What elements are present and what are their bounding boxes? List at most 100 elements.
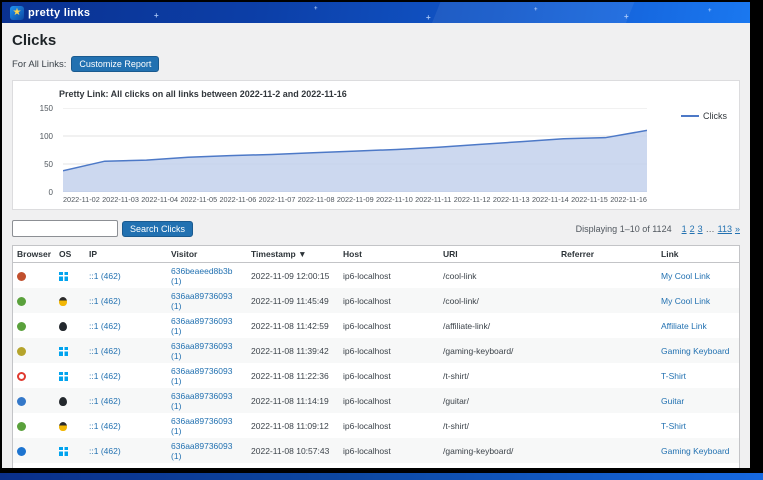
windows-os-icon (59, 447, 68, 456)
host-cell: ip6-localhost (339, 263, 439, 289)
table-row: ::1 (462)636aa89736093 (1)2022-11-08 11:… (13, 363, 740, 388)
column-header-uri[interactable]: URI (439, 246, 557, 263)
column-header-browser[interactable]: Browser (13, 246, 56, 263)
referrer-cell (557, 463, 657, 468)
chart-y-axis: 050100150 (27, 108, 57, 192)
ip-link[interactable]: ::1 (462) (89, 346, 121, 356)
chart-x-axis: 2022-11-022022-11-032022-11-042022-11-05… (63, 195, 647, 204)
main-content: Clicks For All Links: Customize Report P… (2, 32, 750, 468)
pretty-link[interactable]: Gaming Keyboard (661, 346, 730, 356)
legend-label: Clicks (703, 111, 727, 121)
mac-os-icon (59, 397, 67, 406)
pagination-page-113[interactable]: 113 (718, 224, 732, 234)
safari-browser-icon (17, 397, 26, 406)
chart-legend: Clicks (681, 111, 727, 121)
bottom-edge-strip (0, 473, 763, 480)
table-row: ::1 (462)636aa89736093 (1)2022-11-08 10:… (13, 463, 740, 468)
referrer-cell (557, 388, 657, 413)
column-header-os[interactable]: OS (55, 246, 85, 263)
host-cell: ip6-localhost (339, 288, 439, 313)
chrome-browser-icon (17, 422, 26, 431)
windows-os-icon (59, 372, 68, 381)
clicks-chart-card: Pretty Link: All clicks on all links bet… (12, 80, 740, 210)
column-header-ip[interactable]: IP (85, 246, 167, 263)
logo-text: pretty links (28, 7, 90, 19)
ip-link[interactable]: ::1 (462) (89, 396, 121, 406)
pagination-page-2[interactable]: 2 (690, 224, 695, 234)
x-tick-label: 2022-11-15 (571, 195, 608, 204)
x-tick-label: 2022-11-09 (337, 195, 374, 204)
opera-browser-icon (17, 372, 26, 381)
chrome-browser-icon (17, 347, 26, 356)
referrer-cell (557, 338, 657, 363)
customize-report-button[interactable]: Customize Report (71, 56, 159, 72)
ip-link[interactable]: ::1 (462) (89, 321, 121, 331)
pretty-link[interactable]: Guitar (661, 396, 684, 406)
column-header-visitor[interactable]: Visitor (167, 246, 247, 263)
pretty-link[interactable]: My Cool Link (661, 296, 710, 306)
ip-link[interactable]: ::1 (462) (89, 271, 121, 281)
timestamp-cell: 2022-11-08 11:42:59 (247, 313, 339, 338)
app-window: ★ pretty links + + + + + + Clicks For Al… (2, 2, 750, 468)
visitor-link[interactable]: 636aa89736093 (1) (171, 366, 232, 386)
search-group: Search Clicks (12, 220, 193, 237)
host-cell: ip6-localhost (339, 463, 439, 468)
visitor-link[interactable]: 636aa89736093 (1) (171, 441, 232, 461)
ip-link[interactable]: ::1 (462) (89, 371, 121, 381)
chart-title: Pretty Link: All clicks on all links bet… (59, 89, 729, 99)
table-row: ::1 (462)636beaeed8b3b (1)2022-11-09 12:… (13, 263, 740, 289)
uri-cell: /cool-link/ (439, 463, 557, 468)
visitor-link[interactable]: 636aa89736093 (1) (171, 316, 232, 336)
chrome-browser-icon (17, 297, 26, 306)
host-cell: ip6-localhost (339, 413, 439, 438)
x-tick-label: 2022-11-08 (298, 195, 335, 204)
x-tick-label: 2022-11-11 (415, 195, 451, 204)
y-tick-label: 100 (40, 132, 53, 141)
page-title: Clicks (12, 32, 740, 49)
ip-link[interactable]: ::1 (462) (89, 421, 121, 431)
column-header-link[interactable]: Link (657, 246, 739, 263)
filter-label: For All Links: (12, 59, 66, 70)
windows-os-icon (59, 347, 68, 356)
table-row: ::1 (462)636aa89736093 (1)2022-11-08 10:… (13, 438, 740, 463)
x-tick-label: 2022-11-04 (141, 195, 178, 204)
visitor-link[interactable]: 636aa89736093 (1) (171, 341, 232, 361)
referrer-cell (557, 438, 657, 463)
column-header-referrer[interactable]: Referrer (557, 246, 657, 263)
sparkle-icon: + (154, 11, 159, 20)
ip-link[interactable]: ::1 (462) (89, 296, 121, 306)
referrer-cell (557, 288, 657, 313)
search-clicks-button[interactable]: Search Clicks (122, 221, 193, 237)
pretty-link[interactable]: Gaming Keyboard (661, 446, 730, 456)
linux-os-icon (59, 297, 67, 306)
visitor-link[interactable]: 636aa89736093 (1) (171, 416, 232, 436)
star-logo-icon: ★ (10, 6, 24, 20)
host-cell: ip6-localhost (339, 363, 439, 388)
visitor-link[interactable]: 636aa89736093 (1) (171, 391, 232, 411)
x-tick-label: 2022-11-02 (63, 195, 100, 204)
table-toolbar: Search Clicks Displaying 1–10 of 1124 12… (12, 220, 740, 237)
pretty-link[interactable]: Affiliate Link (661, 321, 707, 331)
visitor-link[interactable]: 636aa89736093 (1) (171, 291, 232, 311)
column-header-host[interactable]: Host (339, 246, 439, 263)
ip-link[interactable]: ::1 (462) (89, 446, 121, 456)
pagination-page-1[interactable]: 1 (682, 224, 687, 234)
timestamp-cell: 2022-11-08 11:09:12 (247, 413, 339, 438)
uri-cell: /t-shirt/ (439, 413, 557, 438)
x-tick-label: 2022-11-10 (376, 195, 413, 204)
column-header-timestamp[interactable]: Timestamp ▼ (247, 246, 339, 263)
chrome-browser-icon (17, 322, 26, 331)
x-tick-label: 2022-11-06 (220, 195, 257, 204)
visitor-link[interactable]: 636aa89736093 (1) (171, 466, 232, 469)
timestamp-cell: 2022-11-08 11:14:19 (247, 388, 339, 413)
referrer-cell (557, 413, 657, 438)
pagination-page-»[interactable]: » (735, 224, 740, 234)
pretty-link[interactable]: My Cool Link (661, 271, 710, 281)
visitor-link[interactable]: 636beaeed8b3b (1) (171, 266, 232, 286)
pretty-link[interactable]: T-Shirt (661, 371, 686, 381)
pretty-link[interactable]: T-Shirt (661, 421, 686, 431)
search-input[interactable] (12, 220, 118, 237)
clicks-area-chart (63, 108, 647, 192)
pagination-page-3[interactable]: 3 (698, 224, 703, 234)
sparkle-icon: + (426, 13, 431, 22)
